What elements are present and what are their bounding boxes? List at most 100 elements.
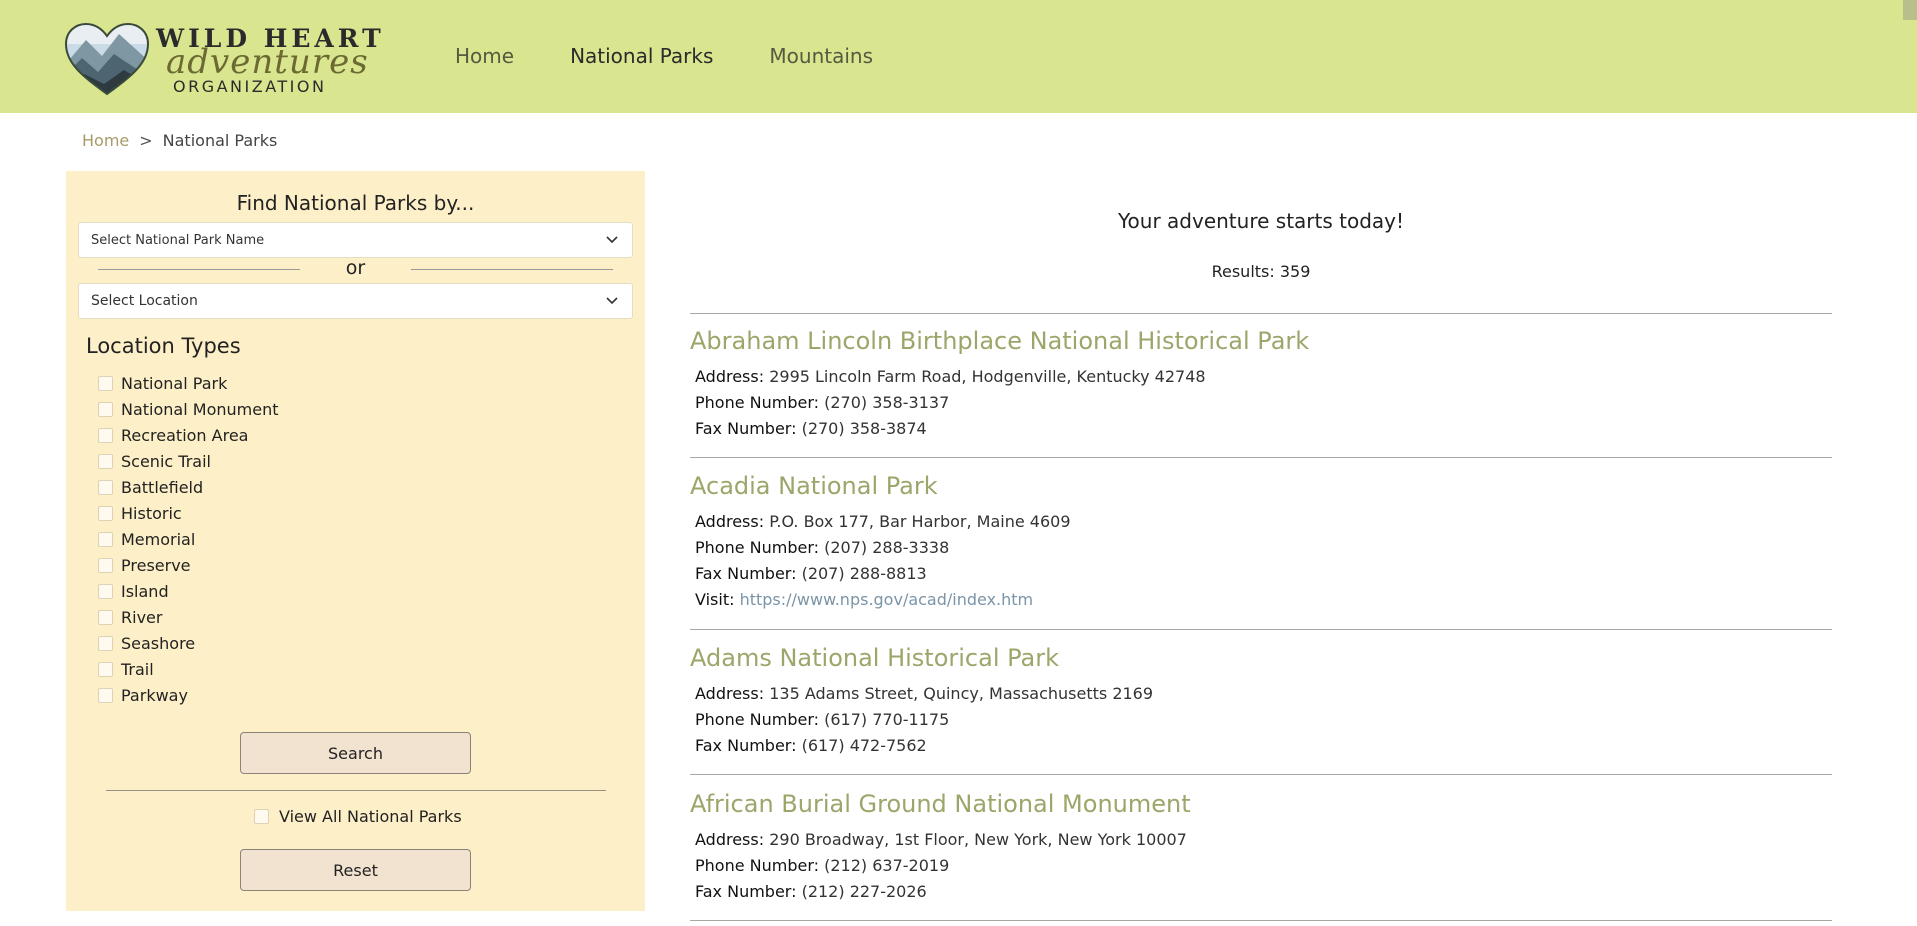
site-header: WILD HEART adventures ORGANIZATION Home … xyxy=(0,0,1917,113)
or-label: or xyxy=(345,257,366,279)
result-divider xyxy=(690,457,1832,458)
field-value: 135 Adams Street, Quincy, Massachusetts … xyxy=(769,684,1154,703)
field-key: Address: xyxy=(695,367,765,386)
field-key: Phone Number: xyxy=(695,856,820,875)
field-value: (617) 770-1175 xyxy=(824,710,950,729)
heart-mountain-logo-icon xyxy=(64,22,150,96)
park-fax: Fax Number: (270) 358-3874 xyxy=(695,419,927,438)
field-key: Fax Number: xyxy=(695,419,797,438)
location-type-national-monument[interactable]: National Monument xyxy=(98,397,278,421)
location-select[interactable]: Select Location xyxy=(78,283,633,319)
nav-link-home[interactable]: Home xyxy=(455,44,514,68)
sidebar-divider xyxy=(106,790,606,791)
field-key: Fax Number: xyxy=(695,882,797,901)
chevron-down-icon xyxy=(606,297,618,305)
park-phone: Phone Number: (212) 637-2019 xyxy=(695,856,949,875)
checkbox-label: Battlefield xyxy=(121,477,204,497)
checkbox-label: Historic xyxy=(121,503,182,523)
checkbox[interactable] xyxy=(98,687,113,703)
checkbox-label: National Monument xyxy=(121,399,279,419)
field-key: Phone Number: xyxy=(695,710,820,729)
location-type-national-park[interactable]: National Park xyxy=(98,371,227,395)
park-address: Address: 2995 Lincoln Farm Road, Hodgenv… xyxy=(695,367,1206,386)
result-divider xyxy=(690,774,1832,775)
checkbox[interactable] xyxy=(98,375,113,391)
park-address: Address: P.O. Box 177, Bar Harbor, Maine… xyxy=(695,512,1071,531)
search-button[interactable]: Search xyxy=(240,732,471,774)
result-divider xyxy=(690,313,1832,314)
result-divider xyxy=(690,920,1832,921)
park-fax: Fax Number: (617) 472-7562 xyxy=(695,736,927,755)
field-key: Phone Number: xyxy=(695,393,820,412)
location-type-historic[interactable]: Historic xyxy=(98,501,182,525)
checkbox[interactable] xyxy=(98,427,113,443)
location-type-scenic-trail[interactable]: Scenic Trail xyxy=(98,449,211,473)
field-value: (617) 472-7562 xyxy=(801,736,927,755)
nav-link-national-parks[interactable]: National Parks xyxy=(570,44,713,68)
park-fax: Fax Number: (212) 227-2026 xyxy=(695,882,927,901)
checkbox-label: Scenic Trail xyxy=(121,451,211,471)
sidebar-title: Find National Parks by... xyxy=(236,191,475,215)
view-all-parks-toggle[interactable]: View All National Parks xyxy=(254,807,462,826)
checkbox[interactable] xyxy=(98,401,113,417)
location-type-memorial[interactable]: Memorial xyxy=(98,527,195,551)
location-type-preserve[interactable]: Preserve xyxy=(98,553,191,577)
checkbox[interactable] xyxy=(98,531,113,547)
checkbox[interactable] xyxy=(98,635,113,651)
park-address: Address: 135 Adams Street, Quincy, Massa… xyxy=(695,684,1153,703)
nav-link-mountains[interactable]: Mountains xyxy=(769,44,873,68)
checkbox[interactable] xyxy=(98,479,113,495)
checkbox-label: Recreation Area xyxy=(121,425,249,445)
main-nav: Home National Parks Mountains xyxy=(455,44,873,68)
field-value: 290 Broadway, 1st Floor, New York, New Y… xyxy=(769,830,1187,849)
search-sidebar: Find National Parks by... Select Nationa… xyxy=(66,171,645,911)
location-type-river[interactable]: River xyxy=(98,605,162,629)
park-title-link[interactable]: African Burial Ground National Monument xyxy=(690,790,1191,818)
checkbox-label: Trail xyxy=(121,659,154,679)
site-logo[interactable]: WILD HEART adventures ORGANIZATION xyxy=(64,22,381,96)
field-value: (270) 358-3137 xyxy=(824,393,950,412)
park-name-select[interactable]: Select National Park Name xyxy=(78,222,633,258)
checkbox-label: Seashore xyxy=(121,633,196,653)
scrollbar-thumb[interactable] xyxy=(1903,0,1917,20)
location-type-parkway[interactable]: Parkway xyxy=(98,683,188,707)
park-title-link[interactable]: Adams National Historical Park xyxy=(690,644,1059,672)
park-title-link[interactable]: Abraham Lincoln Birthplace National Hist… xyxy=(690,327,1309,355)
field-value: (207) 288-8813 xyxy=(801,564,927,583)
checkbox[interactable] xyxy=(98,453,113,469)
field-key: Phone Number: xyxy=(695,538,820,557)
logo-text-line3: ORGANIZATION xyxy=(173,77,327,96)
park-fax: Fax Number: (207) 288-8813 xyxy=(695,564,927,583)
park-name-select-value: Select National Park Name xyxy=(91,233,265,248)
location-type-island[interactable]: Island xyxy=(98,579,169,603)
breadcrumb-home-link[interactable]: Home xyxy=(82,131,129,150)
park-phone: Phone Number: (270) 358-3137 xyxy=(695,393,949,412)
field-value: (270) 358-3874 xyxy=(801,419,927,438)
checkbox[interactable] xyxy=(98,609,113,625)
park-phone: Phone Number: (207) 288-3338 xyxy=(695,538,949,557)
field-value: 2995 Lincoln Farm Road, Hodgenville, Ken… xyxy=(769,367,1206,386)
or-divider: or xyxy=(66,257,645,281)
field-key: Fax Number: xyxy=(695,736,797,755)
location-type-trail[interactable]: Trail xyxy=(98,657,154,681)
reset-button[interactable]: Reset xyxy=(240,849,471,891)
location-select-value: Select Location xyxy=(91,293,198,309)
view-all-checkbox[interactable] xyxy=(254,809,269,824)
location-type-battlefield[interactable]: Battlefield xyxy=(98,475,203,499)
park-title-link[interactable]: Acadia National Park xyxy=(690,472,938,500)
field-value: (207) 288-3338 xyxy=(824,538,950,557)
tagline: Your adventure starts today! xyxy=(1117,209,1405,233)
field-value: P.O. Box 177, Bar Harbor, Maine 4609 xyxy=(769,512,1071,531)
checkbox[interactable] xyxy=(98,505,113,521)
checkbox[interactable] xyxy=(98,583,113,599)
checkbox[interactable] xyxy=(98,661,113,677)
location-type-seashore[interactable]: Seashore xyxy=(98,631,195,655)
breadcrumb-separator: > xyxy=(139,131,153,150)
location-type-recreation-area[interactable]: Recreation Area xyxy=(98,423,248,447)
checkbox-label: Preserve xyxy=(121,555,191,575)
park-website-link[interactable]: https://www.nps.gov/acad/index.htm xyxy=(740,590,1034,609)
checkbox[interactable] xyxy=(98,557,113,573)
field-key: Fax Number: xyxy=(695,564,797,583)
results-count: Results: 359 xyxy=(1211,262,1311,281)
breadcrumb-current: National Parks xyxy=(162,131,278,150)
